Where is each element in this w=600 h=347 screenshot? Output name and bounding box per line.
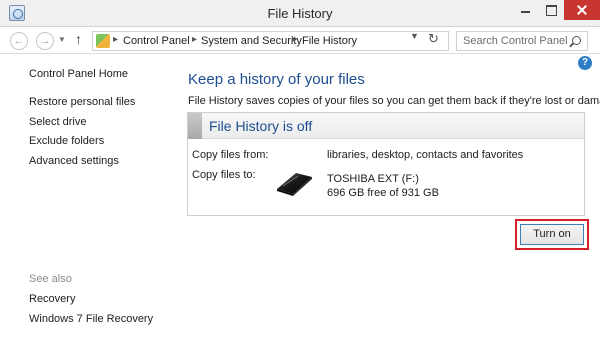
copy-from-label: Copy files from:: [192, 149, 269, 161]
navigation-bar: ← → ▼ ↑ ▸ Control Panel ▸ System and Sec…: [0, 27, 600, 54]
copy-to-label: Copy files to:: [192, 169, 256, 181]
breadcrumb-file-history[interactable]: File History: [302, 35, 357, 47]
page-title: Keep a history of your files: [188, 71, 365, 88]
refresh-icon[interactable]: ↻: [428, 31, 439, 47]
back-button[interactable]: ←: [10, 32, 28, 50]
arrow-left-icon: ←: [13, 35, 25, 47]
breadcrumb-system-and-security[interactable]: System and Security: [201, 35, 302, 47]
exclude-folders-link[interactable]: Exclude folders: [29, 135, 104, 147]
forward-button[interactable]: →: [36, 32, 54, 50]
chevron-right-icon[interactable]: ▸: [192, 34, 197, 45]
restore-personal-files-link[interactable]: Restore personal files: [29, 96, 135, 108]
file-history-window: File History ← → ▼ ↑ ▸ Control Panel ▸ S…: [0, 0, 600, 347]
up-button[interactable]: ↑: [75, 31, 82, 47]
page-description: File History saves copies of your files …: [188, 95, 600, 107]
window-title: File History: [267, 6, 333, 21]
advanced-settings-link[interactable]: Advanced settings: [29, 155, 119, 167]
recovery-link[interactable]: Recovery: [29, 293, 75, 305]
control-panel-icon: [96, 34, 110, 48]
breadcrumb-control-panel[interactable]: Control Panel: [123, 35, 190, 47]
address-bar[interactable]: ▸ Control Panel ▸ System and Security ▸ …: [92, 31, 449, 51]
control-panel-home-link[interactable]: Control Panel Home: [29, 68, 128, 80]
status-panel: File History is off Copy files from: lib…: [187, 112, 585, 216]
recent-locations-dropdown[interactable]: ▼: [58, 35, 66, 44]
status-title: File History is off: [209, 118, 313, 134]
chevron-right-icon[interactable]: ▸: [113, 34, 118, 45]
drive-free-space: 696 GB free of 931 GB: [327, 187, 439, 199]
maximize-button[interactable]: [538, 0, 564, 20]
status-panel-header: File History is off: [188, 113, 584, 139]
arrow-right-icon: →: [39, 35, 51, 47]
minimize-button[interactable]: [512, 0, 538, 20]
close-button[interactable]: [564, 0, 600, 20]
search-box[interactable]: Search Control Panel: [456, 31, 588, 51]
copy-from-value: libraries, desktop, contacts and favorit…: [327, 149, 524, 161]
arrow-up-icon: ↑: [75, 31, 82, 47]
search-input[interactable]: Search Control Panel: [463, 35, 568, 47]
chevron-right-icon[interactable]: ▸: [292, 34, 297, 45]
see-also-heading: See also: [29, 273, 72, 285]
drive-name: TOSHIBA EXT (F:): [327, 173, 419, 185]
external-drive-icon: [277, 173, 312, 196]
help-icon[interactable]: ?: [578, 56, 592, 70]
turn-on-button[interactable]: Turn on: [520, 224, 584, 245]
search-icon[interactable]: [572, 36, 581, 45]
select-drive-link[interactable]: Select drive: [29, 116, 86, 128]
chevron-down-icon[interactable]: ▼: [410, 31, 419, 41]
title-bar: File History: [0, 0, 600, 27]
windows-7-file-recovery-link[interactable]: Windows 7 File Recovery: [29, 313, 153, 325]
